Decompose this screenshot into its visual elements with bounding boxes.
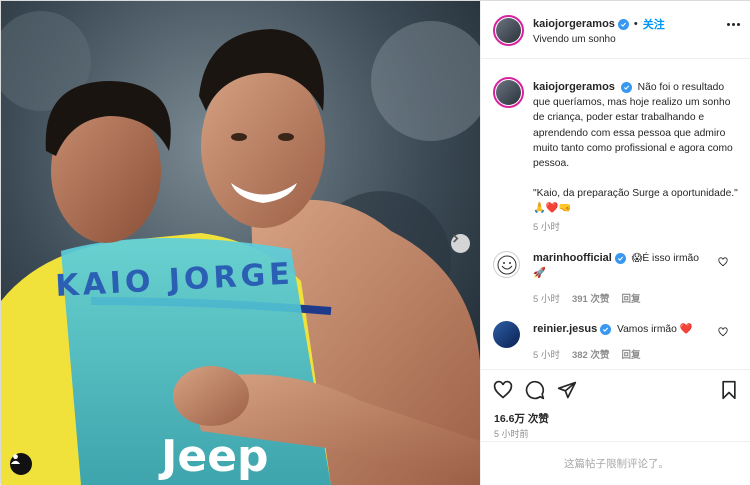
verified-badge-icon — [600, 324, 612, 335]
post-time: 5 小时前 — [494, 429, 529, 439]
caption-quote: "Kaio, da preparação Surge a oportunidad… — [533, 188, 738, 215]
comment-time: 5 小时 — [533, 350, 560, 361]
post-photo[interactable]: KAIO JORGE Jeep — [1, 1, 480, 485]
separator-dot: • — [633, 18, 638, 30]
comment-body: Vamos irmão ❤️ — [616, 324, 693, 335]
verified-badge-icon — [617, 18, 629, 30]
post-sidebar: kaiojorgeramos • 关注 Vivendo um sonho kai… — [480, 1, 750, 485]
commenter-avatar[interactable] — [493, 321, 520, 348]
caption-meta: 5 小时 — [533, 219, 560, 233]
comment-text: reinier.jesus Vamos irmão ❤️ — [533, 322, 713, 337]
verified-badge-icon — [620, 82, 632, 93]
comment-icon[interactable] — [525, 380, 545, 400]
author-username[interactable]: kaiojorgeramos — [533, 18, 615, 30]
comment-meta: 5 小时 382 次赞 回复 — [533, 347, 640, 361]
comment-like-heart-icon[interactable] — [718, 257, 728, 267]
caption-username[interactable]: kaiojorgeramos — [533, 81, 615, 93]
caption-avatar[interactable] — [493, 77, 524, 108]
comment-like-heart-icon[interactable] — [718, 327, 728, 337]
reply-button[interactable]: 回复 — [621, 347, 640, 361]
follow-button[interactable]: 关注 — [643, 16, 665, 32]
author-line: kaiojorgeramos • 关注 — [533, 16, 665, 32]
commenter-username[interactable]: reinier.jesus — [533, 323, 597, 335]
bookmark-icon[interactable] — [719, 380, 739, 400]
like-count[interactable]: 16.6万 次赞 — [494, 411, 549, 426]
commenter-username[interactable]: marinhoofficial — [533, 252, 612, 264]
heart-icon[interactable] — [493, 380, 513, 400]
author-subtitle: Vivendo um sonho — [533, 34, 616, 45]
reply-button[interactable]: 回复 — [621, 291, 640, 305]
post-actions: 16.6万 次赞 5 小时前 — [481, 369, 750, 451]
post-header: kaiojorgeramos • 关注 Vivendo um sonho — [481, 1, 750, 59]
author-avatar[interactable] — [493, 15, 524, 46]
commenter-avatar[interactable] — [493, 251, 520, 278]
post-dialog: KAIO JORGE Jeep kaiojorgeramos • 关注 Vive… — [0, 0, 750, 485]
chevron-right-icon — [453, 234, 459, 243]
paper-plane-icon[interactable] — [557, 380, 577, 400]
caption-text: Não foi o resultado que queríamos, mas h… — [533, 82, 733, 170]
caption: kaiojorgeramos Não foi o resultado que q… — [533, 80, 739, 217]
comment-text: marinhoofficial 😱É isso irmão 🚀 — [533, 251, 713, 281]
comments-limited-notice: 这篇帖子限制评论了。 — [481, 441, 750, 485]
comments-area: kaiojorgeramos Não foi o resultado que q… — [481, 59, 750, 369]
more-options-icon[interactable] — [727, 23, 740, 26]
comment-meta: 5 小时 391 次赞 回复 — [533, 291, 640, 305]
comment-likes[interactable]: 391 次赞 — [572, 291, 610, 305]
comment-time: 5 小时 — [533, 294, 560, 305]
user-tag-icon — [10, 454, 21, 464]
sponsor-logo: Jeep — [158, 431, 269, 482]
tagged-users-button[interactable] — [10, 453, 32, 475]
caption-time: 5 小时 — [533, 222, 560, 233]
comment-likes[interactable]: 382 次赞 — [572, 347, 610, 361]
photo-illustration: KAIO JORGE Jeep — [1, 1, 480, 485]
next-photo-button[interactable] — [451, 234, 470, 253]
verified-badge-icon — [614, 253, 626, 264]
